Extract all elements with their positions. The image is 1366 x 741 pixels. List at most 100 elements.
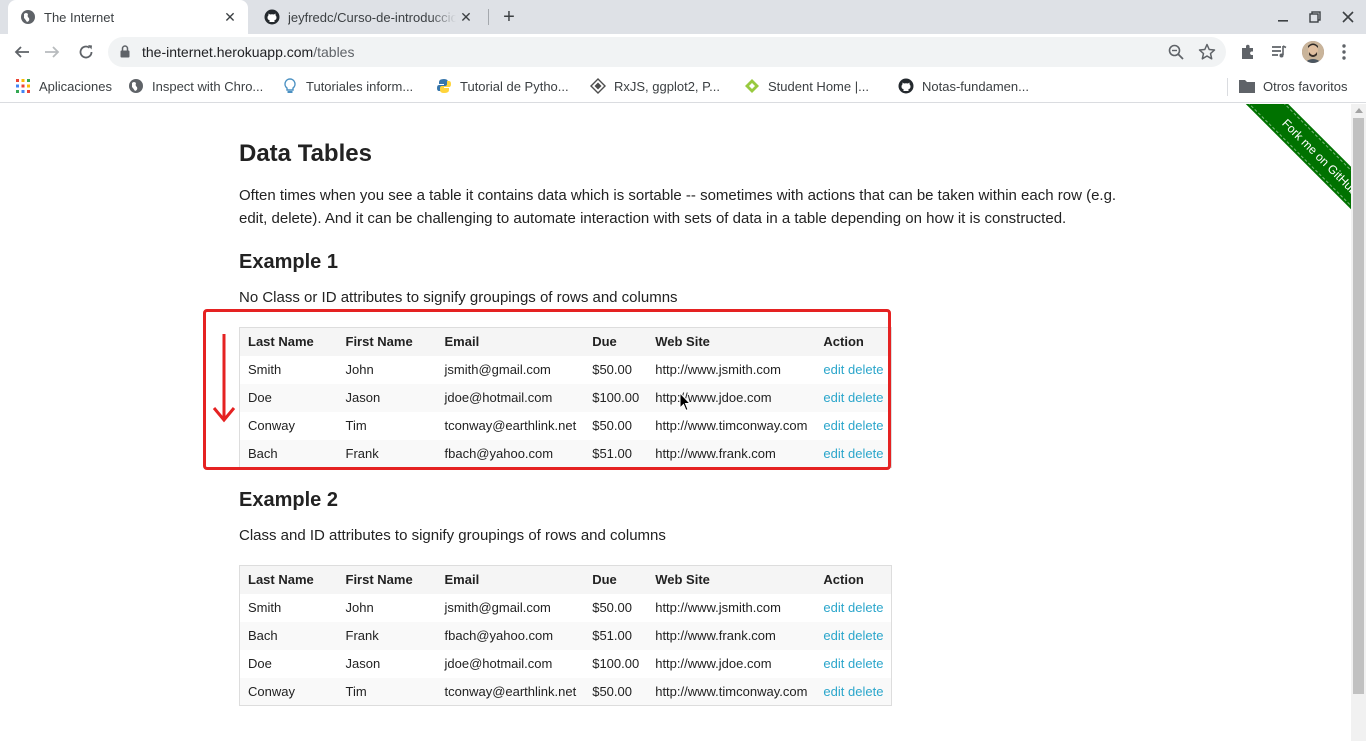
column-header-last-name[interactable]: Last Name [239, 565, 338, 594]
cell-last-name: Smith [239, 593, 338, 622]
mouse-cursor-icon [679, 392, 691, 412]
page-scrollbar[interactable] [1351, 104, 1366, 741]
close-icon[interactable]: ✕ [220, 7, 240, 27]
column-header-web-site[interactable]: Web Site [647, 565, 816, 594]
cell-first-name: Frank [337, 621, 437, 650]
edit-link[interactable]: edit [823, 600, 844, 615]
cell-email: tconway@earthlink.net [436, 677, 585, 706]
cell-due: $50.00 [584, 677, 648, 706]
cell-web-site: http://www.jsmith.com [647, 593, 816, 622]
cell-web-site: http://www.jdoe.com [647, 649, 816, 678]
lock-icon [120, 45, 130, 63]
github-icon [898, 78, 914, 94]
page-title: Data Tables [239, 140, 372, 167]
forward-button[interactable] [38, 38, 66, 66]
edit-link[interactable]: edit [823, 684, 844, 699]
column-header-due[interactable]: Due [584, 565, 648, 594]
bookmark-label: Tutoriales inform... [306, 78, 414, 94]
edit-link[interactable]: edit [823, 628, 844, 643]
address-bar[interactable]: the-internet.herokuapp.com/tables [108, 37, 1226, 67]
table-row: Smith John jsmith@gmail.com $50.00 http://ww… [239, 593, 892, 622]
globe-icon [20, 9, 36, 25]
bookmark-tutoriales[interactable]: Tutoriales inform... [282, 77, 413, 95]
restore-button[interactable] [1299, 0, 1331, 34]
page-intro: Often times when you see a table it cont… [239, 187, 1117, 227]
cell-first-name: Jason [337, 649, 437, 678]
browser-toolbar: the-internet.herokuapp.com/tables [0, 34, 1366, 70]
media-queue-icon[interactable] [1269, 42, 1289, 62]
page-viewport: Data Tables Often times when you see a t… [0, 104, 1351, 741]
tab-the-internet[interactable]: The Internet ✕ [8, 0, 248, 34]
bookmark-label: Inspect with Chro... [152, 78, 264, 94]
url-text: the-internet.herokuapp.com/tables [142, 44, 354, 60]
bookmark-python[interactable]: Tutorial de Pytho... [436, 77, 569, 95]
bookmark-label: Aplicaciones [39, 78, 112, 94]
bookmark-student-home[interactable]: Student Home |... [744, 77, 869, 95]
arrow-right-icon [45, 46, 60, 58]
tab-github[interactable]: jeyfredc/Curso-de-introduccio ✕ [252, 0, 484, 34]
cell-action: edit delete [815, 649, 892, 678]
cell-action: edit delete [815, 677, 892, 706]
delete-link[interactable]: delete [848, 628, 883, 643]
table-row: Conway Tim tconway@earthlink.net $50.00 http… [239, 677, 892, 706]
lightbulb-icon [282, 78, 298, 94]
delete-link[interactable]: delete [848, 600, 883, 615]
cell-action: edit delete [815, 621, 892, 650]
ribbon-label: Fork me on GitHub [1279, 116, 1351, 198]
globe-icon [128, 78, 144, 94]
bookmark-star-icon[interactable] [1198, 43, 1216, 66]
zoom-out-icon[interactable] [1168, 44, 1184, 65]
delete-link[interactable]: delete [848, 656, 883, 671]
cell-first-name: John [337, 593, 437, 622]
example2-description: Class and ID attributes to signify group… [239, 527, 666, 544]
scrollbar-thumb[interactable] [1353, 118, 1364, 694]
cell-first-name: Tim [337, 677, 437, 706]
bookmark-other-favorites[interactable]: Otros favoritos [1239, 77, 1348, 95]
cell-web-site: http://www.timconway.com [647, 677, 816, 706]
close-icon[interactable]: ✕ [456, 7, 476, 27]
arrow-left-icon [14, 46, 29, 58]
cell-last-name: Bach [239, 621, 338, 650]
cell-due: $50.00 [584, 593, 648, 622]
table-row: Bach Frank fbach@yahoo.com $51.00 http://www… [239, 621, 892, 650]
url-host: the-internet.herokuapp.com [142, 44, 314, 60]
reload-button[interactable] [72, 38, 100, 66]
cell-action: edit delete [815, 593, 892, 622]
bookmark-apps[interactable]: Aplicaciones [15, 77, 112, 95]
profile-avatar[interactable] [1302, 41, 1324, 63]
menu-kebab-icon[interactable] [1334, 42, 1354, 62]
bookmark-rxjs[interactable]: RxJS, ggplot2, P... [590, 77, 720, 95]
bookmark-label: Student Home |... [768, 78, 869, 94]
python-icon [436, 78, 452, 94]
annotation-down-arrow-icon [212, 334, 236, 423]
close-window-button[interactable] [1332, 0, 1364, 34]
cell-email: jsmith@gmail.com [436, 593, 585, 622]
delete-link[interactable]: delete [848, 684, 883, 699]
apps-grid-icon [15, 78, 31, 94]
column-header-first-name[interactable]: First Name [337, 565, 437, 594]
cell-last-name: Doe [239, 649, 338, 678]
cell-due: $51.00 [584, 621, 648, 650]
fork-me-ribbon[interactable]: Fork me on GitHub [1229, 104, 1351, 226]
cell-last-name: Conway [239, 677, 338, 706]
extensions-puzzle-icon[interactable] [1238, 42, 1258, 62]
bookmark-notas[interactable]: Notas-fundamen... [898, 77, 1029, 95]
example1-description: No Class or ID attributes to signify gro… [239, 289, 678, 306]
back-button[interactable] [8, 38, 36, 66]
tab-separator [488, 9, 489, 25]
edit-link[interactable]: edit [823, 656, 844, 671]
data-table-2: Last Name First Name Email Due Web Site … [239, 565, 893, 706]
diamond-icon [590, 78, 606, 94]
cell-web-site: http://www.frank.com [647, 621, 816, 650]
bookmarks-bar: Aplicaciones Inspect with Chro... Tutori… [0, 70, 1366, 103]
minimize-button[interactable] [1267, 0, 1299, 34]
bookmark-inspect[interactable]: Inspect with Chro... [128, 77, 263, 95]
table-body: Smith John jsmith@gmail.com $50.00 http://ww… [239, 593, 892, 706]
column-header-email[interactable]: Email [436, 565, 585, 594]
github-icon [264, 9, 280, 25]
folder-icon [1239, 78, 1255, 94]
bookmark-label: Notas-fundamen... [922, 78, 1029, 94]
cell-email: fbach@yahoo.com [436, 621, 585, 650]
new-tab-button[interactable]: + [497, 6, 521, 28]
scroll-up-arrow-icon[interactable] [1355, 108, 1363, 113]
